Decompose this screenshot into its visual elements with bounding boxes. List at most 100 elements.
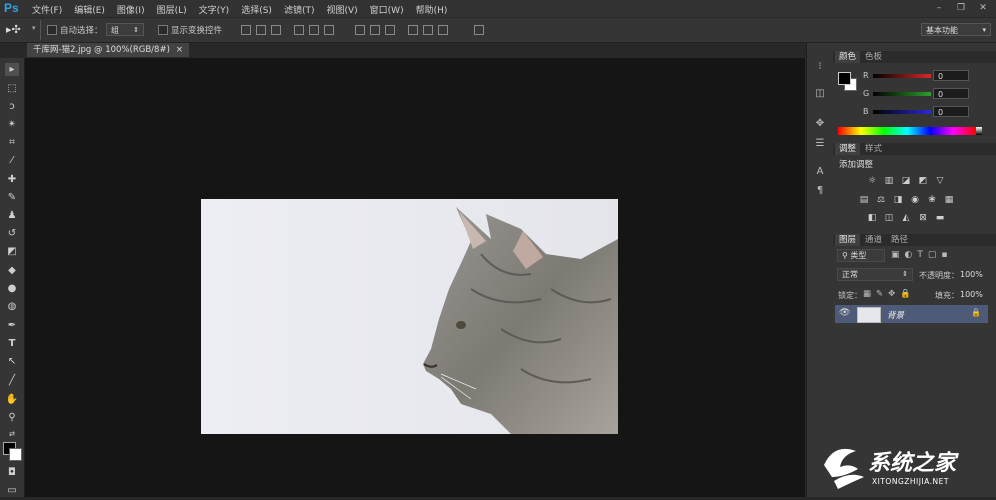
character-panel-icon[interactable]: A	[814, 166, 826, 178]
posterize-icon[interactable]: ◫	[883, 213, 895, 223]
channel-mixer-icon[interactable]: ❀	[926, 195, 938, 205]
menu-window[interactable]: 窗口(W)	[370, 3, 404, 16]
line-tool-icon[interactable]: ╱	[5, 374, 19, 387]
menu-help[interactable]: 帮助(H)	[416, 3, 448, 16]
auto-select-dropdown[interactable]: 组 ⇕	[106, 23, 144, 36]
distribute-top-icon[interactable]	[355, 25, 365, 35]
color-balance-icon[interactable]: ⚖	[875, 195, 887, 205]
document-image[interactable]	[201, 199, 618, 434]
align-top-icon[interactable]	[241, 25, 251, 35]
channel-b-value[interactable]: 0	[933, 106, 969, 117]
channel-r-slider[interactable]	[873, 74, 931, 78]
minimize-button[interactable]: –	[930, 1, 948, 14]
tab-styles[interactable]: 样式	[861, 143, 886, 155]
color-foreground-swatch[interactable]	[838, 72, 851, 85]
path-select-icon[interactable]: ↖	[5, 355, 19, 368]
history-brush-icon[interactable]: ↺	[5, 227, 19, 240]
dodge-tool-icon[interactable]: ◍	[5, 300, 19, 313]
screen-mode-icon[interactable]: ▭	[5, 484, 19, 497]
close-tab-icon[interactable]: ×	[176, 43, 183, 57]
show-transform-checkbox[interactable]	[158, 25, 168, 35]
move-tool-preset-icon[interactable]: ▸✣	[6, 23, 21, 36]
tab-layers[interactable]: 图层	[835, 234, 861, 246]
move-tool-icon[interactable]: ▸	[5, 63, 19, 76]
black-white-ramp[interactable]	[976, 127, 982, 135]
brightness-icon[interactable]: ☼	[866, 176, 878, 186]
pen-tool-icon[interactable]: ✒	[5, 319, 19, 332]
menu-select[interactable]: 选择(S)	[241, 3, 272, 16]
type-tool-icon[interactable]: T	[5, 337, 19, 350]
layer-row[interactable]: 👁 背景 🔒	[835, 305, 988, 323]
distribute-vcenter-icon[interactable]	[370, 25, 380, 35]
menu-view[interactable]: 视图(V)	[326, 3, 357, 16]
auto-select-checkbox[interactable]	[47, 25, 57, 35]
align-bottom-icon[interactable]	[271, 25, 281, 35]
menu-type[interactable]: 文字(Y)	[199, 3, 230, 16]
quick-mask-icon[interactable]: ◘	[5, 466, 19, 479]
curves-icon[interactable]: ◪	[900, 176, 912, 186]
history-panel-icon[interactable]: ⁝	[814, 61, 826, 73]
eye-icon[interactable]: 👁	[839, 308, 850, 318]
gradient-map-icon[interactable]: ▬	[934, 213, 946, 223]
levels-icon[interactable]: ▥	[883, 176, 895, 186]
paint-bucket-icon[interactable]: ◆	[5, 264, 19, 277]
eyedropper-tool-icon[interactable]: ⁄	[5, 154, 19, 167]
vibrance-icon[interactable]: ▽	[934, 176, 946, 186]
swap-colors-icon[interactable]: ⇄	[5, 428, 19, 441]
restore-button[interactable]: ❐	[952, 1, 970, 14]
zoom-tool-icon[interactable]: ⚲	[5, 411, 19, 424]
menu-file[interactable]: 文件(F)	[32, 3, 62, 16]
tab-channels[interactable]: 通道	[861, 234, 886, 246]
tab-paths[interactable]: 路径	[887, 234, 912, 246]
lock-icons[interactable]: ▦✎✥🔒	[863, 289, 916, 299]
document-tab[interactable]: 千库网-猫2.jpg @ 100%(RGB/8#) ×	[27, 43, 190, 57]
menu-edit[interactable]: 编辑(E)	[74, 3, 105, 16]
color-spectrum-bar[interactable]	[838, 127, 976, 135]
marquee-tool-icon[interactable]: ⬚	[5, 82, 19, 95]
blend-mode-dropdown[interactable]: 正常 ⇕	[837, 268, 913, 281]
color-lookup-icon[interactable]: ▦	[943, 195, 955, 205]
opacity-value[interactable]: 100%	[960, 270, 983, 279]
paragraph-panel-icon[interactable]: ¶	[814, 185, 826, 197]
clone-stamp-icon[interactable]: ♟	[5, 209, 19, 222]
hand-tool-icon[interactable]: ✋	[5, 393, 19, 406]
auto-align-icon[interactable]	[474, 25, 484, 35]
tab-color[interactable]: 颜色	[835, 51, 861, 63]
lasso-tool-icon[interactable]: ↄ	[5, 100, 19, 113]
fill-value[interactable]: 100%	[960, 290, 983, 299]
tab-adjustments[interactable]: 调整	[835, 143, 861, 155]
hue-saturation-icon[interactable]: ▤	[858, 195, 870, 205]
align-vcenter-icon[interactable]	[256, 25, 266, 35]
properties-panel-icon[interactable]: ◫	[814, 88, 826, 100]
brush-panel-icon[interactable]: ✥	[814, 118, 826, 130]
healing-brush-icon[interactable]: ✚	[5, 173, 19, 186]
tab-swatches[interactable]: 色板	[861, 51, 886, 63]
layer-name[interactable]: 背景	[887, 309, 904, 321]
align-left-icon[interactable]	[294, 25, 304, 35]
distribute-bottom-icon[interactable]	[385, 25, 395, 35]
magic-wand-icon[interactable]: ✴	[5, 118, 19, 131]
distribute-right-icon[interactable]	[438, 25, 448, 35]
layer-filter-icons[interactable]: ▣◐T▢▪	[891, 250, 952, 260]
eraser-tool-icon[interactable]: ◩	[5, 245, 19, 258]
channel-g-value[interactable]: 0	[933, 88, 969, 99]
menu-filter[interactable]: 滤镜(T)	[284, 3, 315, 16]
black-white-icon[interactable]: ◨	[892, 195, 904, 205]
menu-image[interactable]: 图像(I)	[117, 3, 145, 16]
threshold-icon[interactable]: ◭	[900, 213, 912, 223]
layer-filter-dropdown[interactable]: ⚲ 类型	[837, 249, 885, 262]
menu-layer[interactable]: 图层(L)	[157, 3, 187, 16]
invert-icon[interactable]: ◧	[866, 213, 878, 223]
crop-tool-icon[interactable]: ⌗	[5, 136, 19, 149]
align-hcenter-icon[interactable]	[309, 25, 319, 35]
blur-tool-icon[interactable]: ●	[5, 282, 19, 295]
brush-presets-icon[interactable]: ☰	[814, 138, 826, 150]
align-right-icon[interactable]	[324, 25, 334, 35]
channel-b-slider[interactable]	[873, 110, 931, 114]
channel-g-slider[interactable]	[873, 92, 931, 96]
photo-filter-icon[interactable]: ◉	[909, 195, 921, 205]
channel-r-value[interactable]: 0	[933, 70, 969, 81]
distribute-hcenter-icon[interactable]	[423, 25, 433, 35]
selective-color-icon[interactable]: ⊠	[917, 213, 929, 223]
exposure-icon[interactable]: ◩	[917, 176, 929, 186]
